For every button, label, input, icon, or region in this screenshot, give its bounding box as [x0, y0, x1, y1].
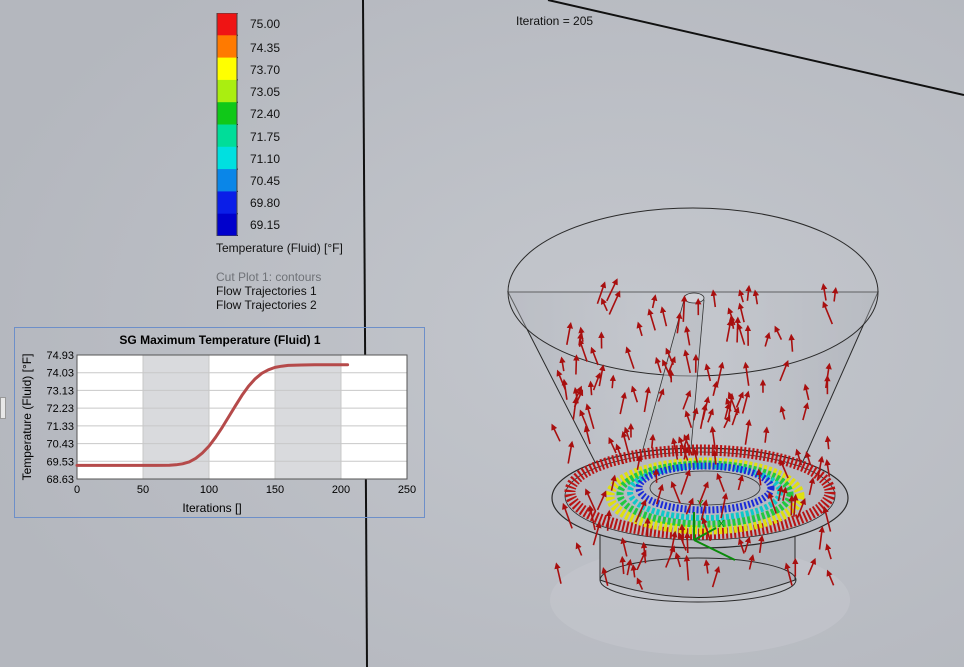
- flow-arrow: [684, 531, 691, 554]
- legend-value-2: 73.70: [250, 63, 281, 77]
- legend-value-7: 70.45: [250, 174, 281, 188]
- shaded-band: [143, 355, 209, 479]
- x-tick-label: 200: [332, 484, 350, 496]
- flow-arrow: [681, 295, 688, 322]
- y-tick-label: 74.03: [46, 368, 74, 380]
- feature-flow-trajectories-2[interactable]: Flow Trajectories 2: [216, 298, 317, 312]
- iteration-readout: Iteration = 205: [516, 14, 594, 28]
- legend-value-5: 71.75: [250, 130, 281, 144]
- panel-edge-handle[interactable]: [0, 397, 6, 419]
- goal-plot-panel[interactable]: SG Maximum Temperature (Fluid) 1 74.93 74.…: [14, 327, 425, 518]
- flow-arrow: [573, 354, 580, 375]
- y-axis-label: Temperature (Fluid) [°F]: [20, 354, 34, 481]
- y-tick-label: 73.13: [46, 385, 74, 397]
- legend-swatch: [217, 146, 237, 170]
- legend-swatch: [217, 13, 237, 36]
- legend-value-1: 74.35: [250, 41, 281, 55]
- y-tick-label: 70.43: [46, 439, 74, 451]
- flow-arrow: [734, 316, 741, 343]
- flow-arrow: [824, 435, 832, 450]
- x-tick-label: 100: [200, 484, 218, 496]
- goal-plot-chart: SG Maximum Temperature (Fluid) 1 74.93 74.…: [20, 333, 416, 515]
- legend-swatch: [217, 102, 237, 125]
- legend-value-8: 69.80: [250, 196, 281, 210]
- legend-value-0: 75.00: [250, 17, 281, 31]
- y-tick-label: 74.93: [46, 350, 74, 362]
- flow-arrow: [609, 374, 617, 389]
- x-axis-label: Iterations []: [182, 501, 241, 515]
- y-tick-label: 68.63: [46, 474, 74, 486]
- legend-swatch: [217, 124, 237, 148]
- legend-value-9: 69.15: [250, 218, 281, 232]
- y-tick-label: 71.33: [46, 421, 74, 433]
- flow-arrow: [653, 468, 660, 483]
- plot-area: [77, 355, 407, 479]
- y-tick-label: 69.53: [46, 456, 74, 468]
- legend-value-3: 73.05: [250, 85, 281, 99]
- x-tick-label: 150: [266, 484, 284, 496]
- legend-swatch: [217, 35, 237, 59]
- legend-swatch: [217, 57, 237, 81]
- flow-arrow: [649, 433, 656, 449]
- legend-value-6: 71.10: [250, 152, 281, 166]
- legend-swatch: [217, 79, 237, 103]
- svg-text:X: X: [718, 519, 725, 530]
- legend-swatch: [217, 213, 237, 236]
- chart-title: SG Maximum Temperature (Fluid) 1: [119, 333, 320, 347]
- flow-arrow: [577, 332, 584, 347]
- x-tick-label: 0: [74, 484, 80, 496]
- flow-arrow: [788, 333, 795, 352]
- legend-title: Temperature (Fluid) [°F]: [216, 241, 343, 255]
- legend-value-4: 72.40: [250, 107, 281, 121]
- x-tick-label: 50: [137, 484, 149, 496]
- shaded-band: [275, 355, 341, 479]
- legend-color-bar: [216, 13, 238, 236]
- x-tick-label: 250: [398, 484, 416, 496]
- legend-swatch: [217, 191, 237, 215]
- feature-flow-trajectories-1[interactable]: Flow Trajectories 1: [216, 284, 317, 298]
- flow-arrow: [587, 380, 595, 396]
- y-tick-label: 72.23: [46, 403, 74, 415]
- legend-swatch: [217, 169, 237, 192]
- feature-cut-plot[interactable]: Cut Plot 1: contours: [216, 270, 321, 284]
